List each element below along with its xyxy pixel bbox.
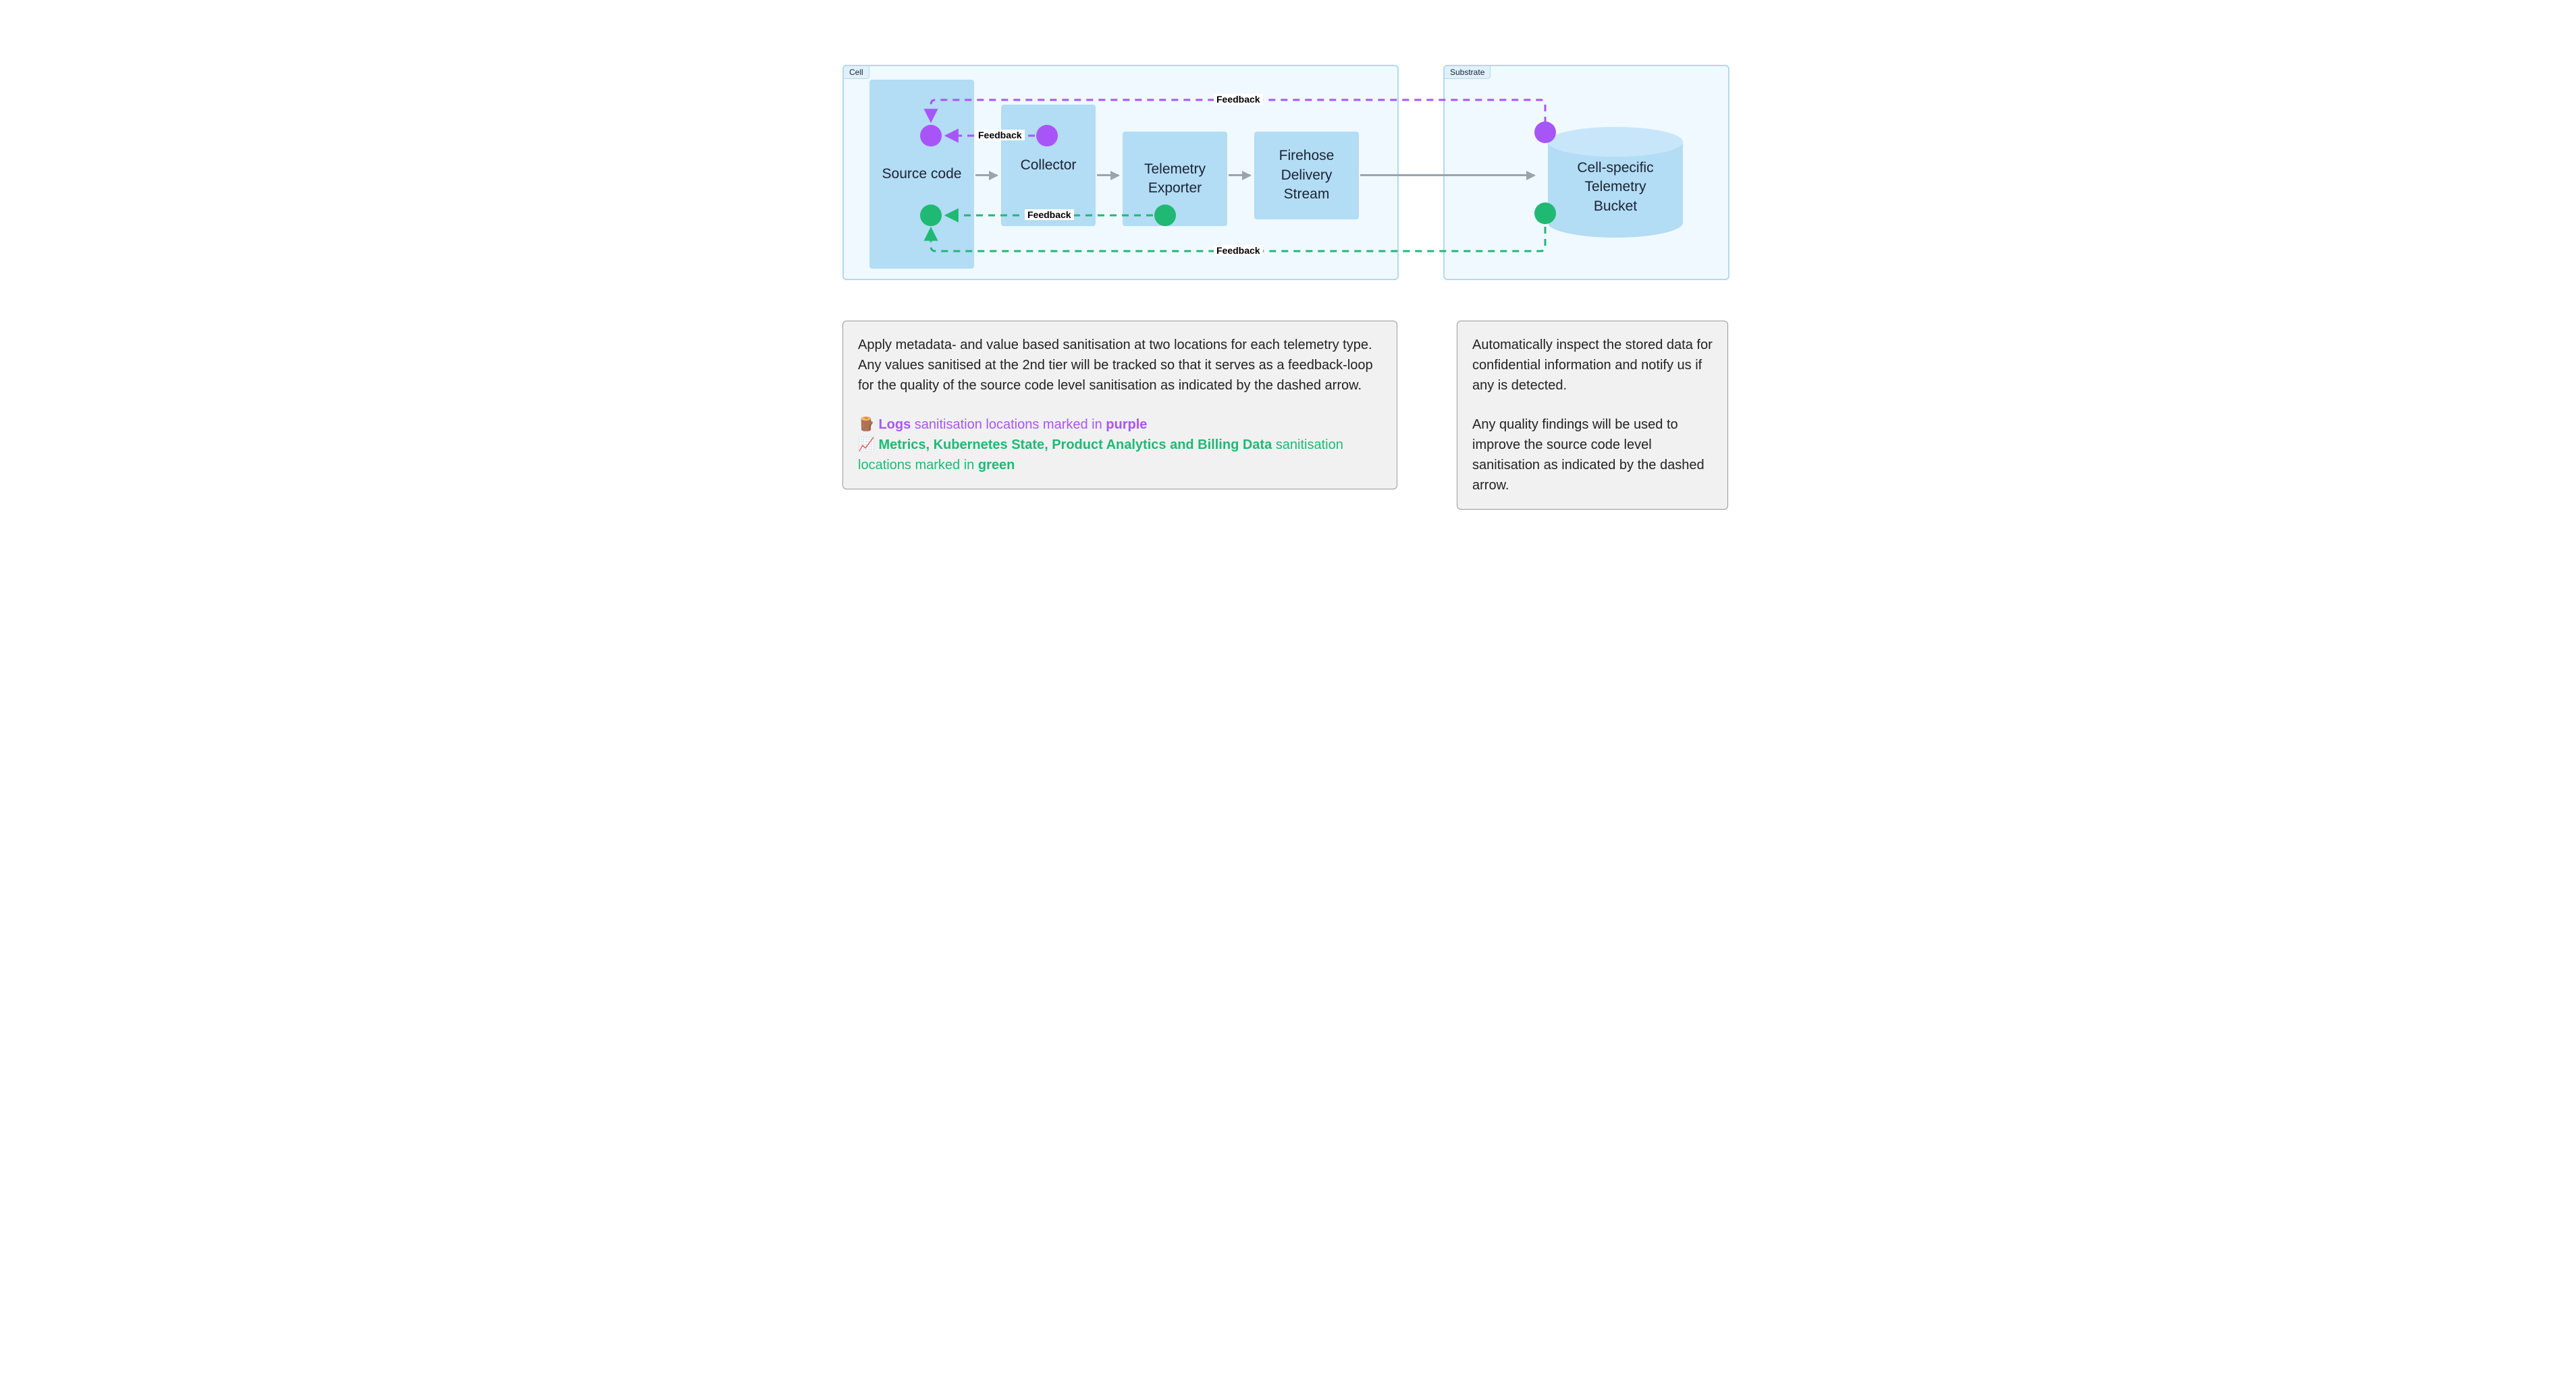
zone-substrate-label: Substrate (1444, 65, 1491, 79)
dot-purple-source (920, 125, 942, 146)
component-bucket-label: Cell-specific Telemetry Bucket (1545, 125, 1686, 240)
logs-bold: Logs (878, 417, 911, 432)
dot-purple-bucket (1534, 122, 1556, 143)
arrow-source-to-collector (975, 174, 997, 176)
metrics-bold: Metrics, Kubernetes State, Product Analy… (878, 437, 1272, 452)
component-source-code: Source code (869, 80, 974, 269)
dot-green-exporter (1154, 205, 1176, 226)
zone-cell-label: Cell (843, 65, 869, 79)
logs-emoji: 🪵 (858, 417, 875, 432)
diagram-canvas: Cell Substrate Source code Collector Tel… (775, 0, 1801, 547)
arrow-firehose-to-bucket (1360, 174, 1534, 176)
feedback-label-bottom-long: Feedback (1214, 245, 1263, 256)
info-panel-left: Apply metadata- and value based sanitisa… (842, 321, 1397, 489)
metrics-emoji: 📈 (858, 437, 875, 452)
arrow-exporter-to-firehose (1229, 174, 1250, 176)
feedback-label-top-long: Feedback (1214, 94, 1263, 105)
component-bucket: Cell-specific Telemetry Bucket (1545, 125, 1686, 240)
dot-purple-collector (1036, 125, 1058, 146)
info-panel-right: Automatically inspect the stored data fo… (1457, 321, 1728, 510)
component-collector: Collector (1001, 105, 1096, 226)
dot-green-source (920, 205, 942, 226)
info-right-p2: Any quality findings will be used to imp… (1472, 414, 1713, 495)
info-left-p1: Apply metadata- and value based sanitisa… (858, 335, 1382, 396)
info-left-logs-line: 🪵 Logs sanitisation locations marked in … (858, 414, 1382, 435)
feedback-label-purple-short: Feedback (975, 130, 1025, 140)
logs-color-word: purple (1106, 417, 1147, 432)
feedback-label-green-short: Feedback (1025, 209, 1074, 220)
component-firehose: Firehose Delivery Stream (1254, 132, 1359, 219)
arrow-collector-to-exporter (1097, 174, 1119, 176)
metrics-color-word: green (978, 458, 1015, 473)
info-left-metrics-line: 📈 Metrics, Kubernetes State, Product Ana… (858, 435, 1382, 475)
info-right-p1: Automatically inspect the stored data fo… (1472, 335, 1713, 396)
logs-rest: sanitisation locations marked in (911, 417, 1106, 432)
dot-green-bucket (1534, 203, 1556, 224)
